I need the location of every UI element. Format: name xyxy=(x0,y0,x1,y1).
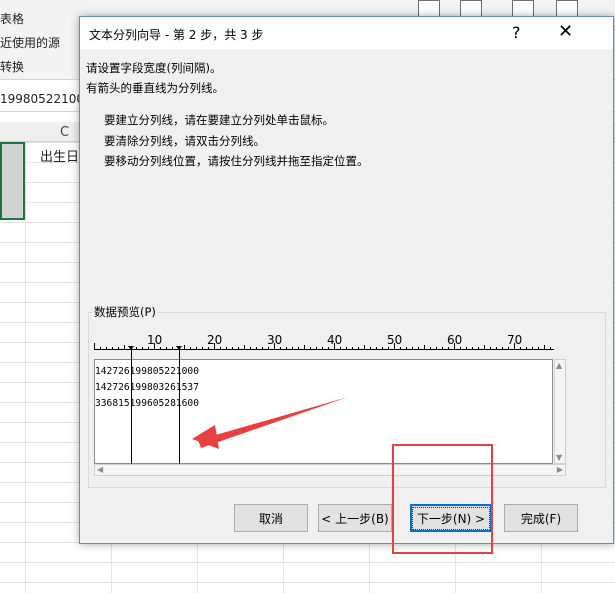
back-button-label: < 上一步(B) xyxy=(321,511,389,526)
finish-button-label: 完成(F) xyxy=(520,511,562,526)
text-import-wizard-dialog: 文本分列向导 - 第 2 步，共 3 步 ? ✕ 请设置字段宽度(列间隔)。 有… xyxy=(79,16,614,544)
annotation-highlight-box xyxy=(392,444,493,554)
selected-cells[interactable] xyxy=(0,142,25,220)
cancel-button[interactable]: 取消 xyxy=(234,504,308,532)
cell-c1[interactable]: 出生日 xyxy=(40,146,79,165)
annotation-arrow xyxy=(192,397,348,449)
formula-value: 19980522100 xyxy=(0,92,84,106)
annotation-arrow-shaft xyxy=(198,397,348,448)
ribbon-item-recent-sources[interactable]: 近使用的源 xyxy=(0,34,60,51)
cancel-button-label: 取消 xyxy=(258,511,283,526)
finish-button[interactable]: 完成(F) xyxy=(504,504,578,532)
ribbon-item-table[interactable]: 表格 xyxy=(0,10,24,27)
ribbon-item-convert[interactable]: 转换 xyxy=(0,58,24,75)
column-header-c[interactable]: C xyxy=(60,125,69,140)
back-button[interactable]: < 上一步(B) xyxy=(318,504,392,532)
